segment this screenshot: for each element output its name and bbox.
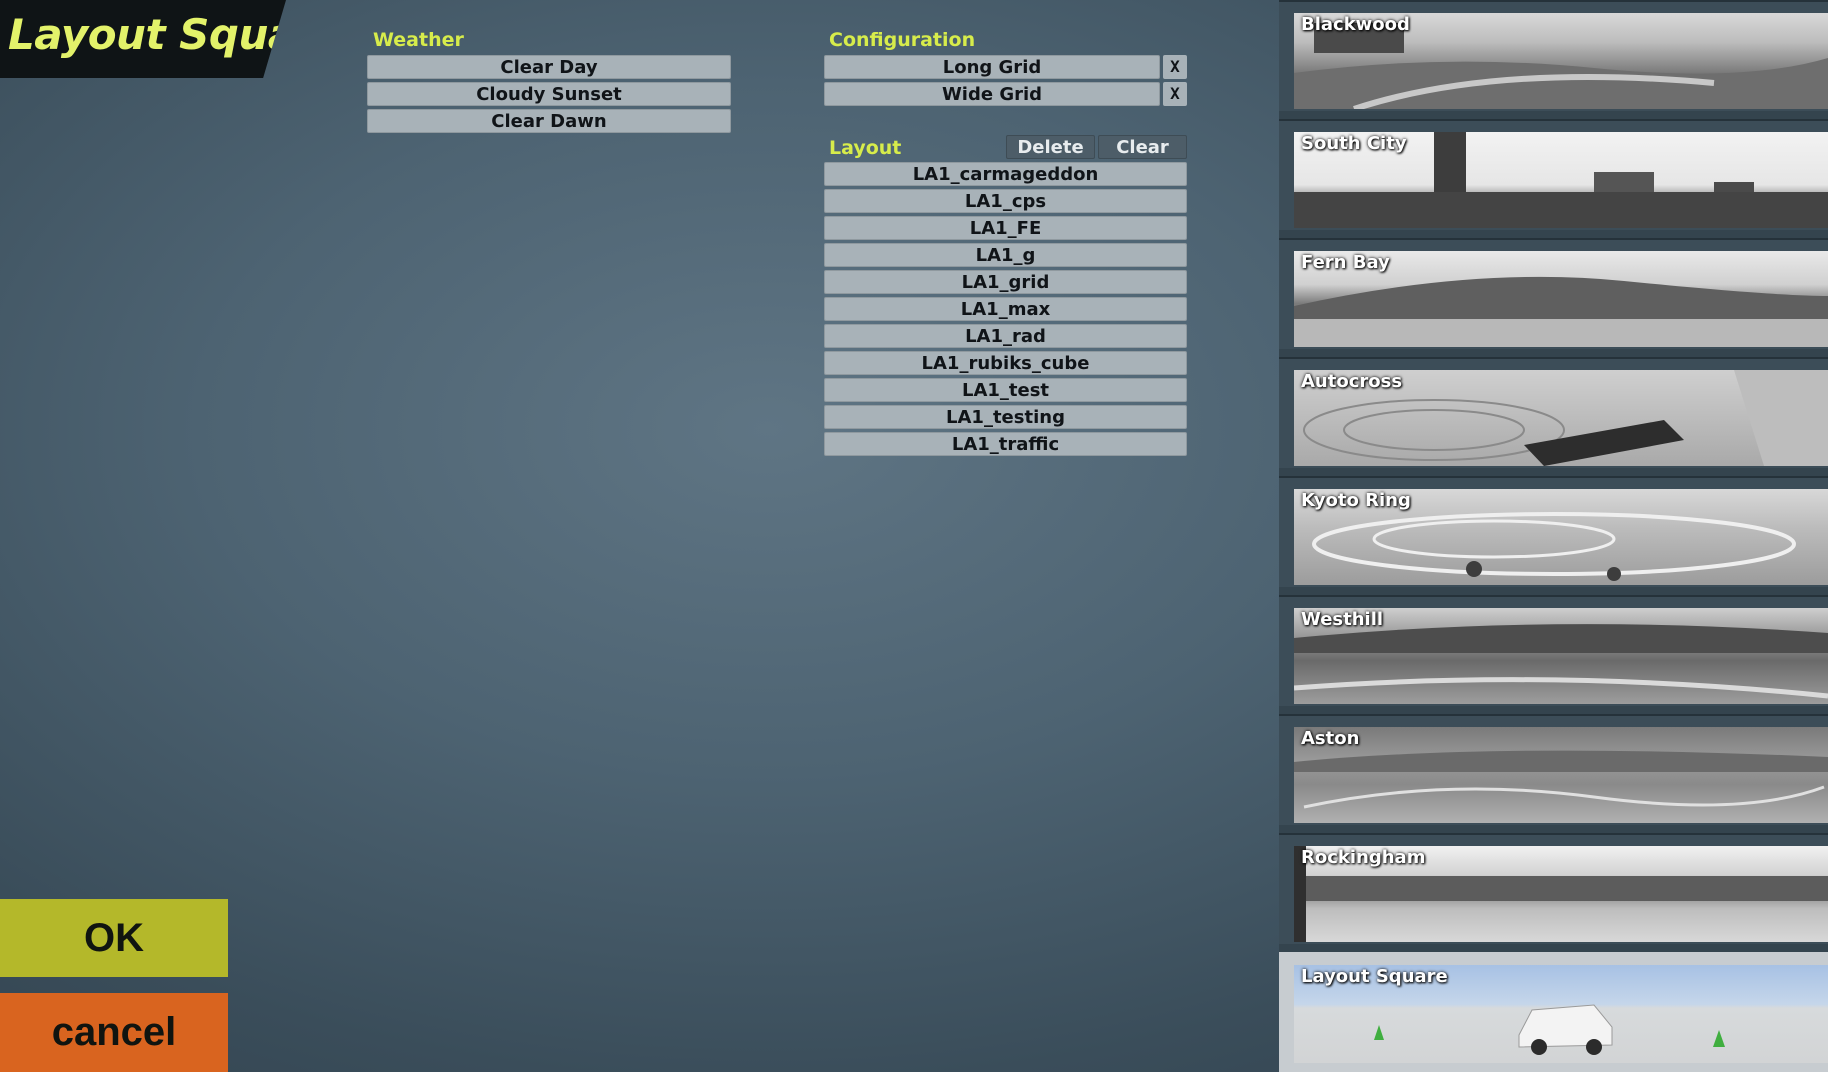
layout-item-rad[interactable]: LA1_rad — [824, 324, 1187, 348]
page-title: Layout Square — [8, 10, 344, 59]
weather-option-cloudy-sunset[interactable]: Cloudy Sunset — [367, 82, 731, 106]
weather-option-clear-day[interactable]: Clear Day — [367, 55, 731, 79]
track-name: Rockingham — [1301, 847, 1426, 868]
weather-option-clear-dawn[interactable]: Clear Dawn — [367, 109, 731, 133]
track-name: Kyoto Ring — [1301, 490, 1411, 511]
track-name: South City — [1301, 133, 1407, 154]
configuration-label: Configuration — [829, 29, 976, 51]
weather-label: Weather — [373, 29, 464, 51]
layout-item-cps[interactable]: LA1_cps — [824, 189, 1187, 213]
track-name: Fern Bay — [1301, 252, 1390, 273]
track-name: Aston — [1301, 728, 1360, 749]
layout-item-fe[interactable]: LA1_FE — [824, 216, 1187, 240]
track-card-blackwood[interactable]: Blackwood — [1279, 0, 1828, 111]
track-card-westhill[interactable]: Westhill — [1279, 595, 1828, 706]
track-card-fern-bay[interactable]: Fern Bay — [1279, 238, 1828, 349]
layout-delete-button[interactable]: Delete — [1006, 135, 1095, 159]
layout-item-test[interactable]: LA1_test — [824, 378, 1187, 402]
track-card-layout-square[interactable]: Layout Square — [1279, 952, 1828, 1072]
layout-item-testing[interactable]: LA1_testing — [824, 405, 1187, 429]
layout-item-max[interactable]: LA1_max — [824, 297, 1187, 321]
layout-clear-button[interactable]: Clear — [1098, 135, 1187, 159]
track-card-aston[interactable]: Aston — [1279, 714, 1828, 825]
track-card-rockingham[interactable]: Rockingham — [1279, 833, 1828, 944]
layout-item-carmageddon[interactable]: LA1_carmageddon — [824, 162, 1187, 186]
track-name: Westhill — [1301, 609, 1384, 630]
track-card-kyoto-ring[interactable]: Kyoto Ring — [1279, 476, 1828, 587]
track-thumbnail — [1294, 727, 1828, 823]
track-name: Blackwood — [1301, 14, 1410, 35]
layout-item-grid[interactable]: LA1_grid — [824, 270, 1187, 294]
layout-item-traffic[interactable]: LA1_traffic — [824, 432, 1187, 456]
config-option-wide-grid[interactable]: Wide Grid — [824, 82, 1160, 106]
config-remove-long-grid-button[interactable]: X — [1163, 55, 1187, 79]
track-name: Autocross — [1301, 371, 1403, 392]
layout-item-rubiks-cube[interactable]: LA1_rubiks_cube — [824, 351, 1187, 375]
config-option-long-grid[interactable]: Long Grid — [824, 55, 1160, 79]
track-card-south-city[interactable]: South City — [1279, 119, 1828, 230]
config-remove-wide-grid-button[interactable]: X — [1163, 82, 1187, 106]
page-title-tab: Layout Square — [0, 0, 286, 78]
layout-item-g[interactable]: LA1_g — [824, 243, 1187, 267]
track-thumbnail-art — [1294, 750, 1828, 809]
cancel-button[interactable]: cancel — [0, 993, 228, 1072]
layout-label: Layout — [829, 137, 902, 159]
track-name: Layout Square — [1301, 966, 1448, 987]
ok-button[interactable]: OK — [0, 899, 228, 977]
track-card-autocross[interactable]: Autocross — [1279, 357, 1828, 468]
